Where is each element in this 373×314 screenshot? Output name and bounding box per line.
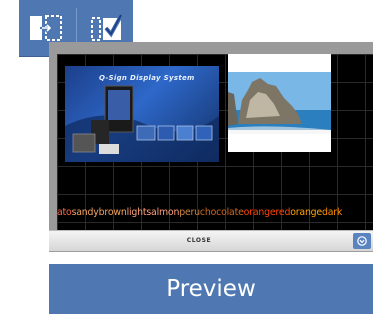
- chevron-down-icon: [357, 236, 367, 246]
- close-bar[interactable]: CLOSE: [49, 230, 373, 252]
- preview-button[interactable]: Preview: [49, 264, 373, 314]
- expand-button[interactable]: [353, 233, 371, 249]
- move-into-frame-icon: [29, 15, 62, 41]
- cliff-photo: [228, 54, 331, 152]
- slide-image-display-system: Q-Sign Display System: [65, 66, 219, 162]
- ticker-word: lightsalmon: [126, 207, 180, 218]
- kiosk-illustration: [65, 85, 219, 162]
- ticker-word: ato: [57, 207, 72, 218]
- checkbox-check-icon: [90, 13, 124, 41]
- slide-image-coastal-cliff: [228, 54, 331, 152]
- preview-frame: Q-Sign Display System atosandybrownlight…: [49, 42, 373, 251]
- preview-stage: Q-Sign Display System atosandybrownlight…: [57, 54, 373, 230]
- ticker-word: chocolate: [199, 207, 244, 218]
- ticker-word: dark: [322, 207, 343, 218]
- close-button[interactable]: CLOSE: [49, 231, 349, 251]
- ticker-word: peru: [179, 207, 200, 218]
- ticker-word: sandybrown: [71, 207, 127, 218]
- ticker-word: orangered: [243, 207, 291, 218]
- color-name-ticker: atosandybrownlightsalmonperuchocolateora…: [57, 204, 373, 222]
- ticker-word: orange: [290, 207, 322, 218]
